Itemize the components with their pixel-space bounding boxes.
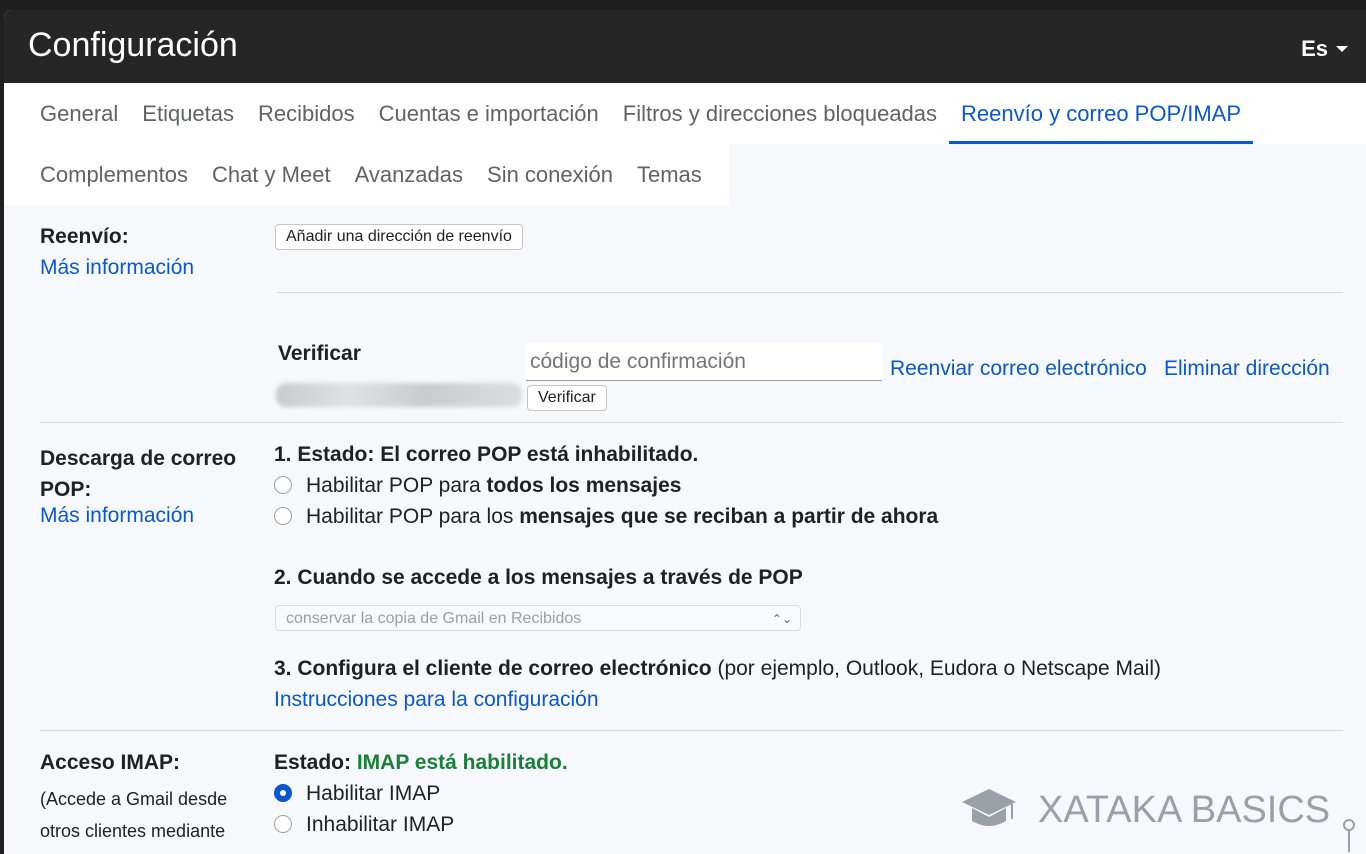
resend-email-link[interactable]: Reenviar correo electrónico [890, 357, 1147, 381]
settings-tabs: General Etiquetas Recibidos Cuentas e im… [4, 83, 1366, 205]
section-divider [40, 422, 1343, 423]
tab-general[interactable]: General [28, 83, 130, 144]
imap-sublabel: (Accede a Gmail desde otros clientes med… [40, 789, 228, 854]
radio-pop-new[interactable] [274, 507, 292, 525]
tab-addons[interactable]: Complementos [28, 144, 200, 205]
tab-forwarding-pop-imap[interactable]: Reenvío y correo POP/IMAP [949, 83, 1254, 144]
verify-button[interactable]: Verificar [527, 385, 607, 411]
tab-offline[interactable]: Sin conexión [475, 144, 625, 205]
imap-status-prefix: Estado: [274, 751, 357, 774]
verify-label: Verificar [278, 342, 361, 365]
radio-imap-enable[interactable] [274, 784, 292, 802]
tabs-background [729, 144, 1366, 205]
pop-access-heading: 2. Cuando se accede a los mensajes a tra… [274, 566, 803, 589]
pop-access-select-value: conservar la copia de Gmail en Recibidos [286, 610, 582, 627]
imap-enable-option[interactable]: Habilitar IMAP [274, 782, 440, 806]
tab-filters[interactable]: Filtros y direcciones bloqueadas [611, 83, 949, 144]
watermark-text: XATAKA BASICS [1038, 788, 1331, 831]
forwarding-label: Reenvío: [40, 225, 129, 248]
pop-client-heading-bold: 3. Configura el cliente de correo electr… [274, 657, 712, 680]
remove-address-link[interactable]: Eliminar dirección [1164, 357, 1330, 381]
language-label: Es [1301, 36, 1328, 61]
blurred-email-address [276, 383, 522, 407]
pop-option-new-prefix: Habilitar POP para los [306, 505, 520, 528]
tab-row-2: Complementos Chat y Meet Avanzadas Sin c… [28, 144, 714, 205]
language-selector[interactable]: Es [1301, 36, 1348, 62]
section-divider [40, 730, 1343, 731]
tab-row-1: General Etiquetas Recibidos Cuentas e im… [28, 83, 1254, 144]
setup-instructions-link[interactable]: Instrucciones para la configuración [274, 688, 599, 712]
confirmation-code-input[interactable] [526, 343, 882, 381]
pop-client-heading-rest: (por ejemplo, Outlook, Eudora o Netscape… [711, 657, 1162, 680]
select-arrows-icon: ⌃⌄ [771, 612, 792, 626]
resize-handle-icon[interactable] [1342, 818, 1356, 852]
graduation-cap-icon [962, 789, 1016, 826]
tab-chat-meet[interactable]: Chat y Meet [200, 144, 343, 205]
imap-access-label: Acceso IMAP: [40, 751, 181, 774]
chevron-down-icon [1336, 46, 1348, 52]
tab-themes[interactable]: Temas [625, 144, 714, 205]
settings-content: Reenvío: Más información Añadir una dire… [4, 205, 1366, 854]
imap-disable-label: Inhabilitar IMAP [306, 813, 455, 836]
pop-option-all-prefix: Habilitar POP para [306, 474, 487, 497]
pop-option-all-bold: todos los mensajes [486, 474, 682, 497]
page-title: Configuración [28, 26, 238, 64]
pop-option-all[interactable]: Habilitar POP para todos los mensajes [274, 474, 681, 498]
imap-disable-option[interactable]: Inhabilitar IMAP [274, 813, 454, 837]
imap-status: Estado: IMAP está habilitado. [274, 751, 568, 775]
radio-pop-all[interactable] [274, 476, 292, 494]
tab-advanced[interactable]: Avanzadas [343, 144, 475, 205]
watermark: XATAKA BASICS [960, 787, 1330, 833]
tab-labels[interactable]: Etiquetas [130, 83, 246, 144]
add-forwarding-address-button[interactable]: Añadir una dirección de reenvío [275, 224, 523, 250]
pop-option-new[interactable]: Habilitar POP para los mensajes que se r… [274, 505, 938, 529]
imap-status-value: IMAP está habilitado. [356, 751, 568, 774]
pop-access-select[interactable]: conservar la copia de Gmail en Recibidos… [275, 605, 801, 631]
radio-imap-disable[interactable] [274, 815, 292, 833]
tab-inbox[interactable]: Recibidos [246, 83, 367, 144]
imap-enable-label: Habilitar IMAP [306, 782, 441, 805]
pop-client-heading: 3. Configura el cliente de correo electr… [274, 657, 1161, 681]
forwarding-divider [277, 292, 1343, 293]
settings-window: Configuración Es General Etiquetas Recib… [4, 10, 1366, 854]
pop-download-label: Descarga de correo POP: [40, 447, 237, 501]
app-header: Configuración Es [4, 10, 1366, 83]
pop-more-info-link[interactable]: Más información [40, 504, 194, 528]
pop-option-new-bold: mensajes que se reciban a partir de ahor… [519, 505, 939, 528]
tab-accounts[interactable]: Cuentas e importación [367, 83, 611, 144]
pop-status-heading: 1. Estado: El correo POP está inhabilita… [274, 443, 699, 466]
forwarding-more-info-link[interactable]: Más información [40, 256, 194, 280]
